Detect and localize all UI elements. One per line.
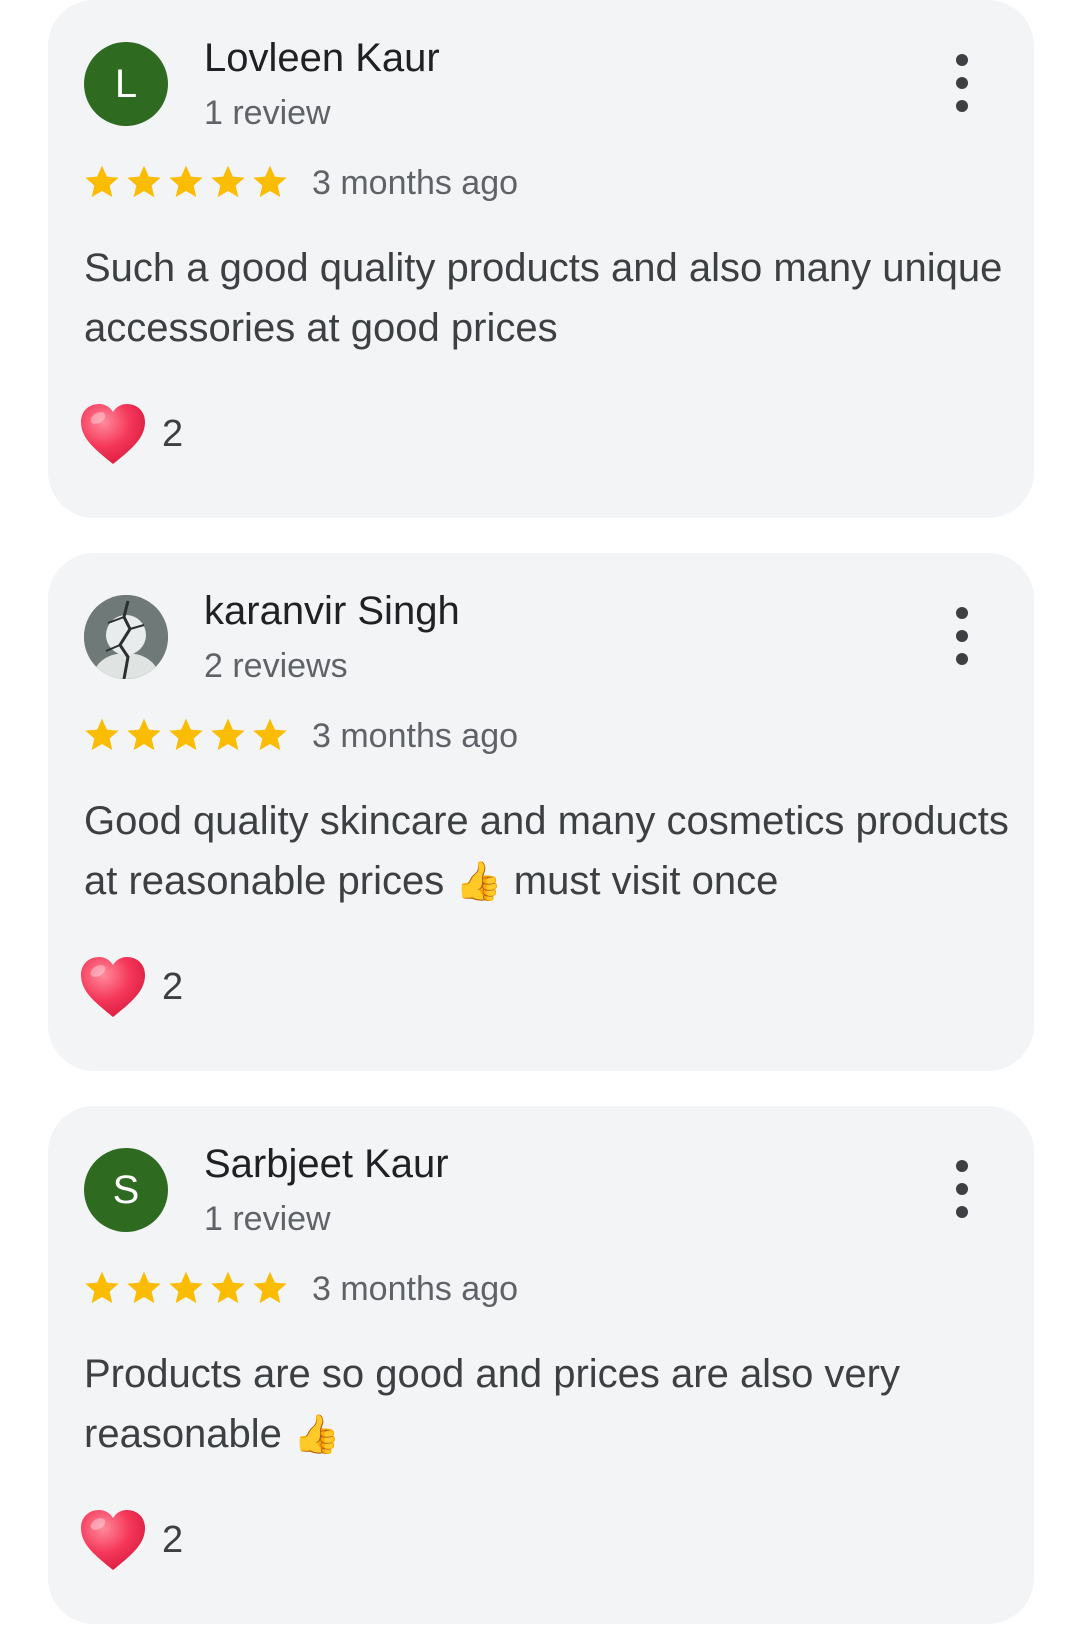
star-icon: [82, 1268, 122, 1308]
more-options-icon[interactable]: [948, 1160, 976, 1218]
review-time: 3 months ago: [312, 717, 519, 755]
review-text-body: Products are so good and prices are also…: [84, 1352, 900, 1456]
reaction-count: 2: [162, 1518, 184, 1561]
avatar-initial: S: [112, 1167, 140, 1212]
avatar[interactable]: [84, 595, 168, 679]
reviewer-name[interactable]: Sarbjeet Kaur: [204, 1142, 449, 1187]
review-time: 3 months ago: [312, 1270, 519, 1308]
reviewer-review-count: 1 review: [204, 1200, 331, 1238]
avatar[interactable]: S: [84, 1148, 168, 1232]
review-text-body: Such a good quality products and also ma…: [84, 246, 1003, 350]
review-text: Such a good quality products and also ma…: [84, 238, 1014, 358]
reviewer-review-count: 2 reviews: [204, 647, 348, 685]
heart-icon: [78, 1508, 148, 1572]
avatar-initial: L: [114, 61, 138, 106]
reaction-button[interactable]: 2: [78, 955, 183, 1019]
star-icon: [208, 1268, 248, 1308]
star-icon: [208, 162, 248, 202]
star-icon: [250, 1268, 290, 1308]
star-icon: [166, 1268, 206, 1308]
review-text-suffix: must visit once: [513, 859, 779, 903]
star-icon: [124, 1268, 164, 1308]
avatar-photo-icon: [84, 595, 168, 679]
star-icon: [124, 162, 164, 202]
thumbs-up-icon: 👍: [293, 1414, 341, 1456]
star-icon: [166, 162, 206, 202]
avatar[interactable]: L: [84, 42, 168, 126]
reaction-count: 2: [162, 965, 184, 1008]
review-time: 3 months ago: [312, 164, 519, 202]
reaction-button[interactable]: 2: [78, 402, 183, 466]
reaction-button[interactable]: 2: [78, 1508, 183, 1572]
review-text: Products are so good and prices are also…: [84, 1344, 1014, 1465]
star-icon: [250, 715, 290, 755]
heart-icon: [78, 402, 148, 466]
review-card: karanvir Singh 2 reviews 3 months ago Go…: [48, 553, 1034, 1071]
review-card: S Sarbjeet Kaur 1 review 3 months ago Pr…: [48, 1106, 1034, 1624]
review-text: Good quality skincare and many cosmetics…: [84, 791, 1014, 912]
star-icon: [124, 715, 164, 755]
heart-icon: [78, 955, 148, 1019]
reviews-list: L Lovleen Kaur 1 review 3 months ago Suc…: [0, 0, 1080, 1627]
more-options-icon[interactable]: [948, 54, 976, 112]
more-options-icon[interactable]: [948, 607, 976, 665]
star-icon: [208, 715, 248, 755]
star-rating: [82, 713, 292, 757]
star-icon: [250, 162, 290, 202]
star-rating: [82, 1266, 292, 1310]
reaction-count: 2: [162, 412, 184, 455]
star-rating: [82, 160, 292, 204]
reviewer-review-count: 1 review: [204, 94, 331, 132]
thumbs-up-icon: 👍: [455, 861, 503, 903]
star-icon: [82, 715, 122, 755]
star-icon: [82, 162, 122, 202]
reviewer-name[interactable]: karanvir Singh: [204, 589, 460, 634]
reviewer-name[interactable]: Lovleen Kaur: [204, 36, 440, 81]
star-icon: [166, 715, 206, 755]
review-card: L Lovleen Kaur 1 review 3 months ago Suc…: [48, 0, 1034, 518]
